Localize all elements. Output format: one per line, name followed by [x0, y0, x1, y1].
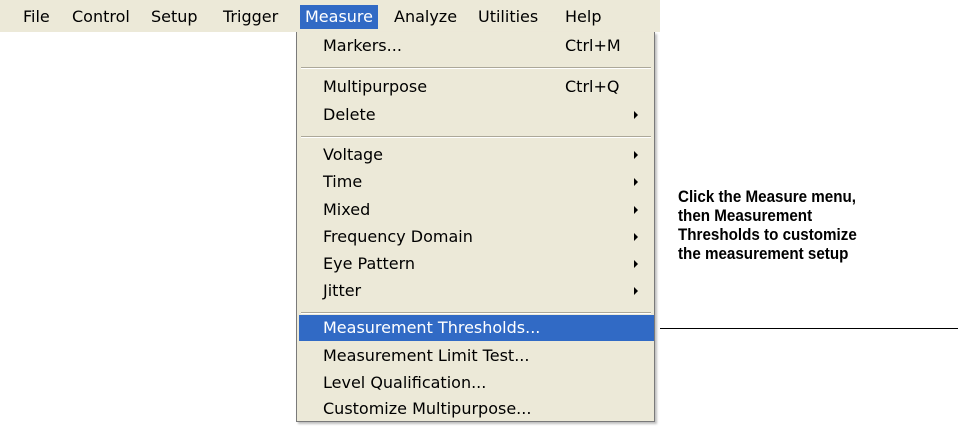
menu-item-label: Frequency Domain — [323, 227, 473, 246]
submenu-arrow-icon — [634, 111, 638, 119]
submenu-arrow-icon — [634, 233, 638, 241]
menu-separator — [301, 67, 651, 69]
submenu-arrow-icon — [634, 178, 638, 186]
callout-line: Thresholds to customize — [678, 226, 857, 244]
menu-help[interactable]: Help — [560, 5, 606, 29]
callout-line: then Measurement — [678, 207, 813, 225]
menu-analyze[interactable]: Analyze — [389, 5, 462, 29]
menu-item-level-qualification[interactable]: Level Qualification... — [299, 370, 654, 396]
menu-utilities[interactable]: Utilities — [473, 5, 543, 29]
menu-item-label: Customize Multipurpose... — [323, 399, 532, 418]
menu-item-label: Delete — [323, 105, 376, 124]
menu-item-label: Measurement Limit Test... — [323, 346, 530, 365]
menu-item-time[interactable]: Time — [299, 169, 654, 195]
menu-item-markers[interactable]: Markers... Ctrl+M — [299, 33, 654, 59]
callout-line: the measurement setup — [678, 245, 849, 263]
submenu-arrow-icon — [634, 151, 638, 159]
menu-bar: File Control Setup Trigger Measure Analy… — [0, 0, 660, 32]
menu-item-label: Level Qualification... — [323, 373, 487, 392]
menu-item-multipurpose[interactable]: Multipurpose Ctrl+Q — [299, 74, 654, 100]
callout-line: Click the Measure menu, — [678, 188, 857, 206]
menu-item-eye-pattern[interactable]: Eye Pattern — [299, 251, 654, 277]
menu-item-label: Measurement Thresholds... — [323, 318, 541, 337]
menu-trigger[interactable]: Trigger — [218, 5, 283, 29]
menu-setup[interactable]: Setup — [146, 5, 203, 29]
menu-item-label: Markers... — [323, 36, 402, 55]
submenu-arrow-icon — [634, 206, 638, 214]
callout-leader-line — [660, 328, 958, 329]
menu-item-customize-multipurpose[interactable]: Customize Multipurpose... — [299, 396, 654, 422]
menu-item-shortcut: Ctrl+Q — [565, 77, 620, 96]
callout-annotation: Click the Measure menu, then Measurement… — [678, 188, 936, 264]
menu-measure[interactable]: Measure — [300, 5, 378, 29]
menu-separator — [301, 312, 651, 314]
menu-item-label: Jitter — [323, 281, 362, 300]
menu-item-shortcut: Ctrl+M — [565, 36, 621, 55]
menu-item-label: Eye Pattern — [323, 254, 416, 273]
menu-item-measurement-limit-test[interactable]: Measurement Limit Test... — [299, 343, 654, 369]
menu-item-delete[interactable]: Delete — [299, 102, 654, 128]
menu-item-label: Multipurpose — [323, 77, 428, 96]
menu-separator — [301, 136, 651, 138]
menu-item-frequency-domain[interactable]: Frequency Domain — [299, 224, 654, 250]
menu-item-voltage[interactable]: Voltage — [299, 142, 654, 168]
menu-item-jitter[interactable]: Jitter — [299, 278, 654, 304]
menu-control[interactable]: Control — [67, 5, 135, 29]
menu-item-measurement-thresholds[interactable]: Measurement Thresholds... — [299, 315, 654, 341]
measure-dropdown-menu: Markers... Ctrl+M Multipurpose Ctrl+Q De… — [296, 32, 655, 422]
menu-item-mixed[interactable]: Mixed — [299, 197, 654, 223]
menu-item-label: Time — [323, 172, 363, 191]
menu-item-label: Mixed — [323, 200, 371, 219]
menu-item-label: Voltage — [323, 145, 384, 164]
menu-file[interactable]: File — [18, 5, 55, 29]
submenu-arrow-icon — [634, 287, 638, 295]
submenu-arrow-icon — [634, 260, 638, 268]
